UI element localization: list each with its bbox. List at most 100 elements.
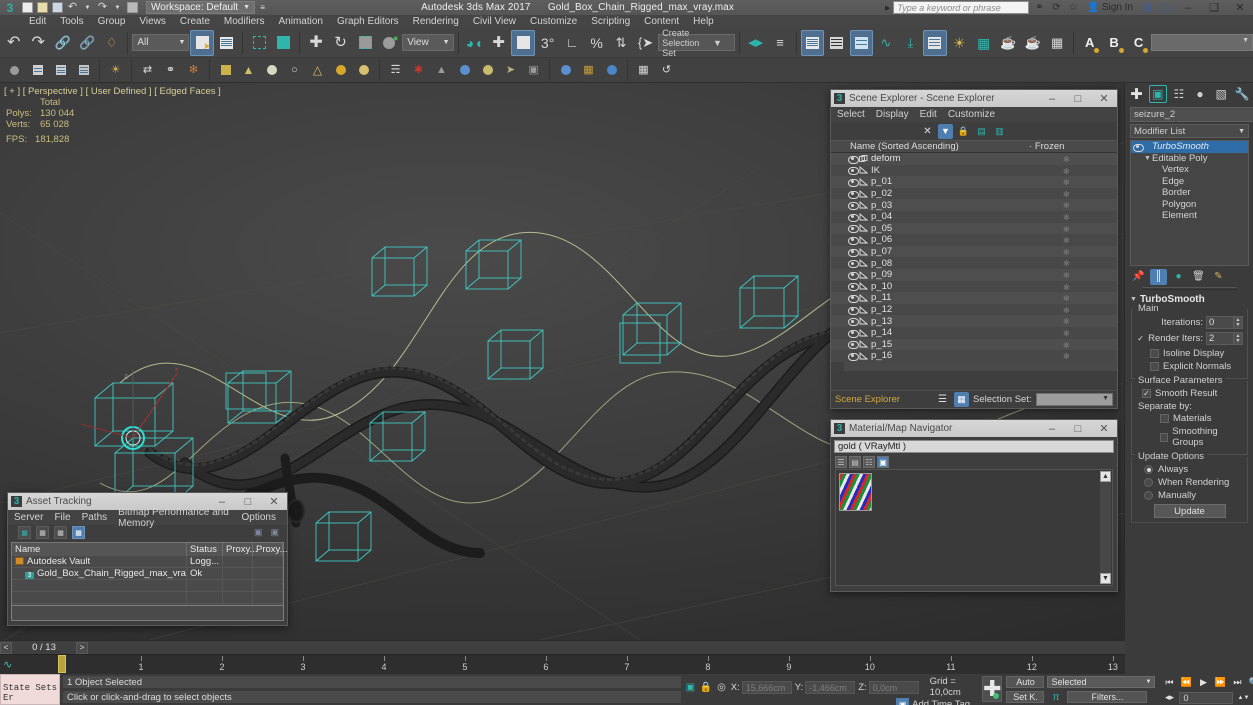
se-menu-display[interactable]: Display: [876, 109, 909, 120]
menu-item-content[interactable]: Content: [637, 15, 686, 28]
asset-tracking-window[interactable]: 3 Asset Tracking – □ ✕ Server File Paths…: [7, 492, 288, 626]
redo-dropdown-icon[interactable]: ▼: [110, 1, 125, 15]
se-menu-customize[interactable]: Customize: [948, 109, 995, 120]
named-selection-brackets-icon[interactable]: {➤: [634, 30, 657, 56]
modifier-stack-row[interactable]: Vertex: [1131, 164, 1248, 176]
stats-icon[interactable]: ▦: [633, 60, 654, 81]
absolute-relative-toggle-icon[interactable]: ◎: [715, 680, 728, 694]
isoline-display-row[interactable]: Isoline Display: [1136, 348, 1243, 359]
scene-explorer-row[interactable]: p_04 ✻: [831, 210, 1117, 223]
col-proxy-1[interactable]: Proxy...: [223, 543, 258, 556]
lock-icon[interactable]: 🔒: [956, 124, 971, 139]
scene-explorer-row[interactable]: p_13 ✻: [831, 315, 1117, 327]
vray-frame-buffer-icon[interactable]: [555, 60, 576, 81]
filter-funnel-icon[interactable]: ▼: [938, 123, 953, 139]
menu-item-scripting[interactable]: Scripting: [584, 15, 637, 28]
path-view-icon[interactable]: ▦: [72, 526, 85, 539]
modifier-stack-row[interactable]: Edge: [1131, 176, 1248, 188]
frozen-state-icon[interactable]: ✻: [1063, 167, 1070, 175]
visibility-eye-icon[interactable]: [848, 317, 859, 327]
menu-item-modifiers[interactable]: Modifiers: [217, 15, 272, 28]
current-frame-field[interactable]: 0: [1179, 691, 1234, 704]
scroll-down-icon[interactable]: ▼: [1100, 573, 1111, 584]
vray-light-icon[interactable]: [477, 60, 498, 81]
se-menu-select[interactable]: Select: [837, 109, 865, 120]
pyramid-primitive-icon[interactable]: △: [307, 60, 328, 81]
material-map-navigator-window[interactable]: 3 Material/Map Navigator – □ ✕ gold ( VR…: [830, 419, 1118, 592]
menu-item-graph-editors[interactable]: Graph Editors: [330, 15, 406, 28]
render-setup-button[interactable]: ☀: [948, 30, 971, 56]
favorites-star-icon[interactable]: ☆: [1066, 1, 1080, 14]
large-icons-view-icon[interactable]: ▣: [877, 456, 889, 468]
tab-display[interactable]: ▧: [1212, 85, 1230, 103]
render-iters-spinner[interactable]: ▲▼: [1206, 332, 1243, 345]
scene-explorer-row[interactable]: p_10 ✻: [831, 280, 1117, 293]
layers-stack-icon[interactable]: ☴: [385, 60, 406, 81]
state-sets-panel[interactable]: State Sets Er: [0, 674, 60, 705]
open-scene-converter-c-button[interactable]: C: [1127, 30, 1150, 56]
quick-access-customize-button[interactable]: [125, 1, 140, 15]
vray-render-icon[interactable]: ▦: [578, 60, 599, 81]
undo-button[interactable]: ↶: [2, 30, 25, 56]
selection-lock-absolute-icon[interactable]: ▣: [684, 680, 697, 694]
frozen-state-icon[interactable]: ✻: [1063, 306, 1070, 314]
named-set-field[interactable]: ▼: [1151, 34, 1253, 51]
visibility-eye-icon[interactable]: [848, 224, 859, 234]
table-row[interactable]: Autodesk Vault Logg...: [12, 556, 283, 568]
key-mode-icon[interactable]: ◂▸: [1161, 691, 1177, 704]
update-when-rendering-radio[interactable]: [1144, 478, 1153, 487]
frozen-state-icon[interactable]: ✻: [1063, 283, 1070, 291]
new-file-button[interactable]: [20, 1, 35, 15]
scene-explorer-close-button[interactable]: ✕: [1091, 90, 1117, 107]
unlink-selection-icon[interactable]: 🔗: [75, 30, 98, 56]
percent-snap-toggle-button[interactable]: ∟: [560, 30, 583, 56]
explicit-normals-row[interactable]: Explicit Normals: [1136, 361, 1243, 372]
selection-lock-icon[interactable]: 🔒: [700, 680, 713, 694]
update-button[interactable]: Update: [1153, 504, 1226, 518]
frozen-state-icon[interactable]: ✻: [1063, 318, 1070, 326]
modifier-stack-row[interactable]: Border: [1131, 187, 1248, 199]
visibility-eye-icon[interactable]: [848, 259, 859, 269]
scene-explorer-row[interactable]: p_11 ✻: [831, 292, 1117, 304]
selection-set-icon[interactable]: ▦: [954, 392, 969, 407]
exchange-icon[interactable]: ⟳: [1049, 1, 1063, 14]
search-binoculars-icon[interactable]: ⚭: [1032, 1, 1046, 14]
vray-material-icon[interactable]: [601, 60, 622, 81]
go-to-end-button[interactable]: ⏭: [1229, 676, 1245, 689]
tab-hierarchy[interactable]: ☷: [1170, 85, 1188, 103]
x-coordinate-field[interactable]: X: 15,666cm: [731, 680, 792, 694]
detail-view-icon[interactable]: [73, 60, 94, 81]
frozen-state-icon[interactable]: ✻: [1063, 213, 1070, 221]
refresh-assets-icon[interactable]: ▦: [18, 526, 31, 539]
tube-primitive-icon[interactable]: [353, 60, 374, 81]
search-chevron-icon[interactable]: ▶: [885, 4, 890, 12]
menu-item-group[interactable]: Group: [91, 15, 133, 28]
frozen-state-icon[interactable]: ✻: [1063, 190, 1070, 198]
check-in-icon[interactable]: ▦: [36, 526, 49, 539]
at-menu-paths[interactable]: Paths: [82, 512, 108, 523]
undo-quick-button[interactable]: ↶: [65, 1, 80, 15]
modifier-visibility-eye-icon[interactable]: [1133, 143, 1144, 152]
selection-filter-combo[interactable]: All ▼: [132, 34, 190, 51]
modifier-stack-row[interactable]: Polygon: [1131, 199, 1248, 211]
key-filters-button[interactable]: Filters...: [1067, 691, 1148, 703]
timeline-track-bar[interactable]: ∿ 1 2 3 4 5 6 7 8 9 10 11 12 13: [0, 654, 1125, 674]
zoom-region-icon[interactable]: 🔍: [1246, 676, 1253, 689]
go-to-start-button[interactable]: ⏮: [1161, 676, 1177, 689]
helper-icon[interactable]: ⚭: [160, 60, 181, 81]
history-icon[interactable]: ↺: [656, 60, 677, 81]
light-icon[interactable]: ☀: [105, 60, 126, 81]
menu-item-views[interactable]: Views: [132, 15, 173, 28]
scene-explorer-row[interactable]: p_02 ✻: [831, 187, 1117, 200]
mat-nav-close-button[interactable]: ✕: [1091, 420, 1117, 437]
auto-key-button[interactable]: Auto: [1006, 676, 1045, 688]
window-crossing-toggle-button[interactable]: [272, 30, 295, 56]
modifier-stack-row[interactable]: TurboSmooth: [1131, 141, 1248, 153]
material-editor-button[interactable]: [923, 29, 947, 56]
at-menu-server[interactable]: Server: [14, 512, 43, 523]
window-maximize-button[interactable]: ❑: [1201, 0, 1227, 15]
remove-modifier-icon[interactable]: 🗑: [1190, 269, 1207, 285]
vray-sphere-icon[interactable]: [454, 60, 475, 81]
angle-snap-toggle-button[interactable]: 3°: [536, 30, 559, 56]
expand-all-icon[interactable]: ▤: [974, 124, 989, 139]
